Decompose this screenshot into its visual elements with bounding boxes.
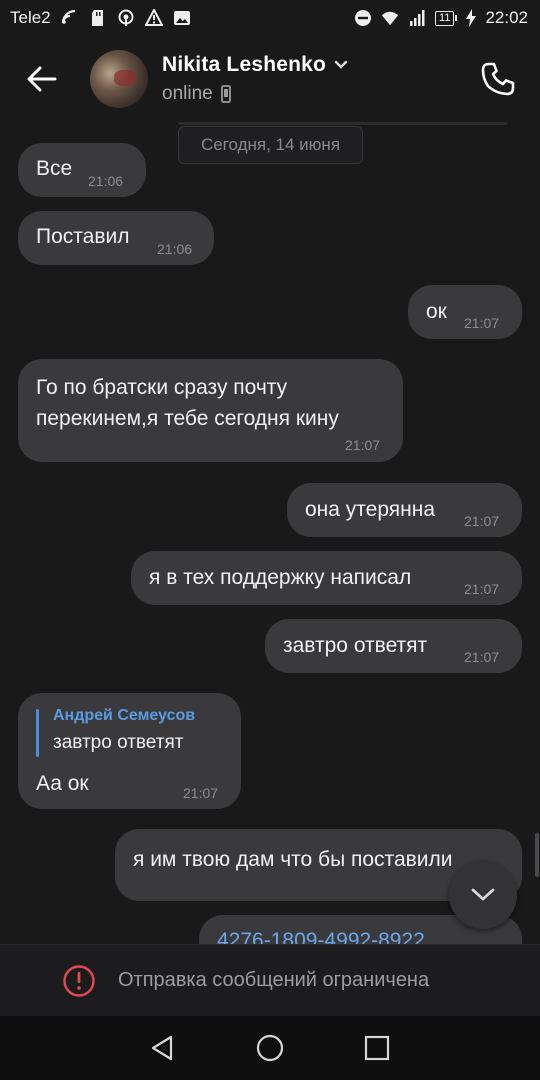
sd-card-icon — [91, 10, 103, 26]
nav-back-button[interactable] — [133, 1018, 193, 1078]
message-text: я им твою дам что бы поставили — [133, 848, 453, 871]
message-incoming[interactable]: Го по братски сразу почту перекинем,я те… — [18, 359, 403, 462]
message-text: Все — [36, 157, 73, 180]
phone-call-icon — [481, 62, 515, 96]
clock: 22:02 — [485, 8, 528, 27]
message-time: 21:07 — [464, 513, 500, 529]
reply-accent-bar — [36, 709, 39, 757]
message-text: она утерянна — [305, 498, 436, 521]
date-separator: Сегодня, 14 июня — [178, 126, 363, 164]
chevron-down-icon — [471, 888, 495, 901]
call-button[interactable] — [456, 36, 540, 122]
message-time: 21:07 — [464, 315, 500, 331]
message-text: Поставил — [36, 225, 130, 248]
message-text-line-2: перекинем,я тебе сегодня кину — [36, 407, 339, 430]
message-time: 21:06 — [88, 173, 124, 189]
status-bar: Tele2 11 22:02 — [0, 0, 540, 36]
scrollbar[interactable] — [535, 833, 539, 877]
nav-home-button[interactable] — [240, 1018, 300, 1078]
signal-icon — [410, 10, 425, 26]
image-icon — [173, 11, 190, 25]
back-arrow-icon — [27, 66, 57, 92]
message-list[interactable]: Сегодня, 14 июня Все 21:06 Поставил 21:0… — [0, 122, 540, 944]
message-time: 21:07 — [464, 649, 500, 665]
phone-device-icon — [220, 85, 231, 103]
message-outgoing[interactable]: я в тех поддержку написал 21:07 — [131, 551, 522, 605]
contact-info[interactable]: Nikita Leshenko online — [162, 53, 348, 105]
message-text: Аа ок — [36, 772, 89, 795]
message-outgoing[interactable]: завтро ответят 21:07 — [265, 619, 522, 673]
reply-author[interactable]: Андрей Семеусов — [53, 707, 195, 725]
composer-restricted-bar: Отправка сообщений ограничена — [0, 944, 540, 1016]
message-time: 21:07 — [345, 437, 381, 453]
warning-icon — [144, 9, 163, 26]
reply-quote-text: завтро ответят — [53, 732, 184, 753]
chat-header: Nikita Leshenko online — [0, 36, 540, 122]
battery-level: 11 — [435, 10, 455, 26]
message-time: 21:06 — [157, 241, 193, 257]
home-circle-icon — [256, 1034, 284, 1062]
system-nav-bar — [0, 1016, 540, 1080]
back-triangle-icon — [152, 1035, 173, 1061]
message-text: завтро ответят — [283, 634, 428, 657]
message-incoming[interactable]: Все 21:06 — [18, 143, 146, 197]
wifi-icon — [61, 9, 75, 24]
nav-recents-button[interactable] — [347, 1018, 407, 1078]
message-outgoing[interactable]: она утерянна 21:07 — [287, 483, 522, 537]
contact-name: Nikita Leshenko — [162, 53, 327, 76]
avatar[interactable] — [90, 50, 148, 108]
message-text: я в тех поддержку написал — [149, 566, 412, 589]
charging-icon — [466, 9, 477, 27]
message-text: ок — [426, 300, 447, 323]
message-incoming-reply[interactable]: Андрей Семеусов завтро ответят Аа ок 21:… — [18, 693, 241, 809]
previous-message-edge — [178, 122, 508, 125]
card-number-link[interactable]: 4276-1809-4992-8922 — [217, 929, 425, 944]
battery-icon: 11 — [435, 10, 458, 26]
wifi-icon — [381, 11, 399, 26]
message-time: 21:07 — [183, 785, 219, 801]
restricted-message: Отправка сообщений ограничена — [118, 969, 430, 991]
scroll-to-bottom-button[interactable] — [449, 861, 517, 929]
chevron-down-icon — [334, 60, 348, 69]
contact-status: online — [162, 83, 213, 104]
back-button[interactable] — [0, 36, 84, 122]
recents-square-icon — [364, 1035, 389, 1061]
message-time: 21:07 — [464, 581, 500, 597]
message-text-line-1: Го по братски сразу почту — [36, 376, 288, 399]
hotspot-icon — [118, 9, 134, 26]
error-icon — [63, 964, 95, 997]
carrier-label: Tele2 — [10, 8, 51, 27]
do-not-disturb-icon — [355, 10, 372, 26]
message-outgoing[interactable]: ок 21:07 — [408, 285, 522, 339]
message-incoming[interactable]: Поставил 21:06 — [18, 211, 214, 265]
